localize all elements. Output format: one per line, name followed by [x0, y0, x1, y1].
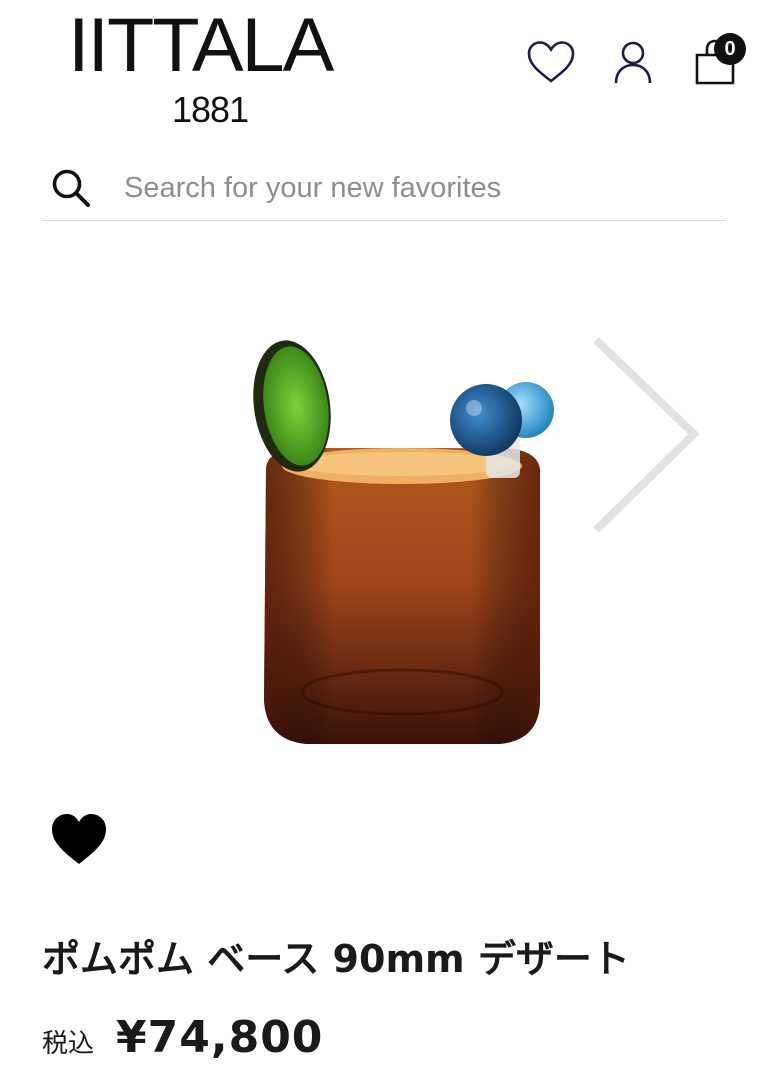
search-bar: [42, 156, 726, 221]
account-user-icon[interactable]: [608, 37, 658, 87]
gallery-next-button[interactable]: [590, 330, 710, 540]
heart-filled-icon: [52, 814, 106, 864]
add-to-wishlist-button[interactable]: [50, 812, 108, 866]
product-price: ¥74,800: [116, 1012, 324, 1063]
cart-button[interactable]: 0: [690, 33, 746, 87]
header-actions: 0: [526, 30, 746, 94]
product-image[interactable]: [230, 320, 570, 760]
search-icon[interactable]: [46, 163, 96, 213]
tax-included-label: 税込: [42, 1029, 95, 1059]
brand-logo[interactable]: IITTALA 1881: [68, 8, 344, 130]
brand-name: IITTALA: [68, 3, 334, 88]
search-input[interactable]: [122, 170, 686, 206]
brand-year: 1881: [172, 89, 249, 130]
wishlist-heart-icon[interactable]: [526, 37, 576, 87]
price-row: 税込 ¥74,800: [42, 1012, 323, 1063]
cart-count-badge: 0: [714, 33, 746, 65]
chevron-right-icon: [593, 337, 700, 533]
product-title: ポムポム ベース 90mm デザート: [42, 937, 630, 981]
